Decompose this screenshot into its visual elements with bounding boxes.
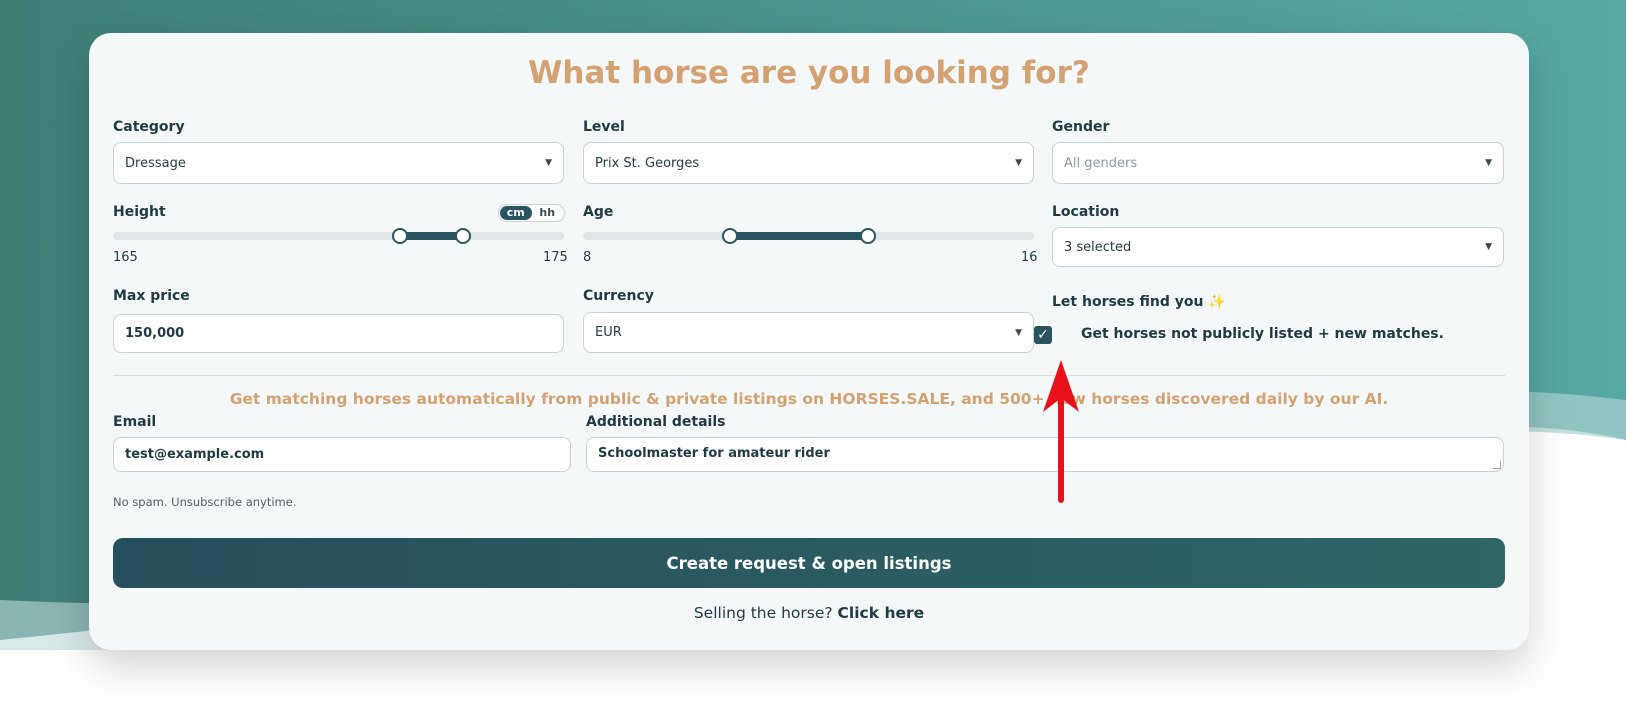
- height-max-value: 175: [543, 250, 568, 265]
- age-max-value: 16: [1021, 250, 1038, 265]
- resize-handle-icon[interactable]: [1493, 461, 1501, 469]
- height-slider[interactable]: [113, 228, 564, 244]
- check-icon: ✓: [1037, 327, 1049, 343]
- height-max-handle[interactable]: [455, 228, 471, 244]
- level-value: Prix St. Georges: [595, 155, 700, 171]
- chevron-down-icon: ▼: [1485, 158, 1492, 168]
- height-min-value: 165: [113, 250, 138, 265]
- selling-prompt: Selling the horse? Click here: [89, 604, 1529, 622]
- gender-placeholder: All genders: [1064, 155, 1138, 171]
- private-listings-checkbox-label[interactable]: Get horses not publicly listed + new mat…: [1081, 326, 1444, 342]
- chevron-down-icon: ▼: [1015, 158, 1022, 168]
- email-label: Email: [113, 414, 157, 430]
- additional-details-label: Additional details: [586, 414, 726, 430]
- currency-select[interactable]: EUR ▼: [583, 312, 1034, 353]
- sparkle-icon: ✨: [1208, 294, 1226, 310]
- form-title: What horse are you looking for?: [528, 55, 1090, 91]
- height-label: Height: [113, 204, 166, 220]
- gender-label: Gender: [1052, 119, 1110, 135]
- let-horses-find-you-label: Let horses find you: [1052, 294, 1204, 310]
- height-min-handle[interactable]: [392, 228, 408, 244]
- chevron-down-icon: ▼: [1015, 327, 1022, 338]
- location-select[interactable]: 3 selected ▼: [1052, 227, 1504, 267]
- max-price-input[interactable]: 150,000: [113, 314, 564, 353]
- chevron-down-icon: ▼: [545, 158, 552, 168]
- age-min-handle[interactable]: [722, 228, 738, 244]
- email-input[interactable]: test@example.com: [113, 437, 571, 472]
- location-value: 3 selected: [1064, 239, 1132, 255]
- chevron-down-icon: ▼: [1485, 242, 1492, 252]
- age-min-value: 8: [583, 250, 592, 265]
- private-listings-checkbox[interactable]: ✓: [1034, 326, 1052, 344]
- selling-click-here-link[interactable]: Click here: [838, 604, 925, 622]
- unit-hh-option[interactable]: hh: [532, 206, 564, 220]
- category-value: Dressage: [125, 155, 186, 171]
- category-select[interactable]: Dressage ▼: [113, 142, 564, 184]
- currency-value: EUR: [595, 325, 622, 340]
- location-label: Location: [1052, 204, 1120, 220]
- height-slider-range: [400, 232, 463, 240]
- height-unit-toggle[interactable]: cm hh: [498, 204, 565, 222]
- age-slider[interactable]: [583, 228, 1034, 244]
- search-form-card: What horse are you looking for? Category…: [89, 33, 1529, 650]
- email-hint: No spam. Unsubscribe anytime.: [113, 495, 297, 509]
- selling-prompt-text: Selling the horse?: [693, 604, 833, 622]
- section-divider: [113, 375, 1505, 376]
- max-price-label: Max price: [113, 288, 190, 304]
- additional-details-value: Schoolmaster for amateur rider: [598, 446, 830, 461]
- promo-text: Get matching horses automatically from p…: [229, 390, 1389, 408]
- create-request-button[interactable]: Create request & open listings: [113, 538, 1505, 588]
- currency-label: Currency: [583, 288, 654, 304]
- level-label: Level: [583, 119, 625, 135]
- let-horses-find-you-heading: Let horses find you ✨: [1052, 294, 1226, 310]
- level-select[interactable]: Prix St. Georges ▼: [583, 142, 1034, 184]
- age-max-handle[interactable]: [860, 228, 876, 244]
- unit-cm-option[interactable]: cm: [500, 206, 532, 220]
- additional-details-textarea[interactable]: Schoolmaster for amateur rider: [586, 437, 1504, 472]
- gender-select[interactable]: All genders ▼: [1052, 142, 1504, 184]
- age-label: Age: [583, 204, 614, 220]
- age-slider-range: [730, 232, 868, 240]
- category-label: Category: [113, 119, 185, 135]
